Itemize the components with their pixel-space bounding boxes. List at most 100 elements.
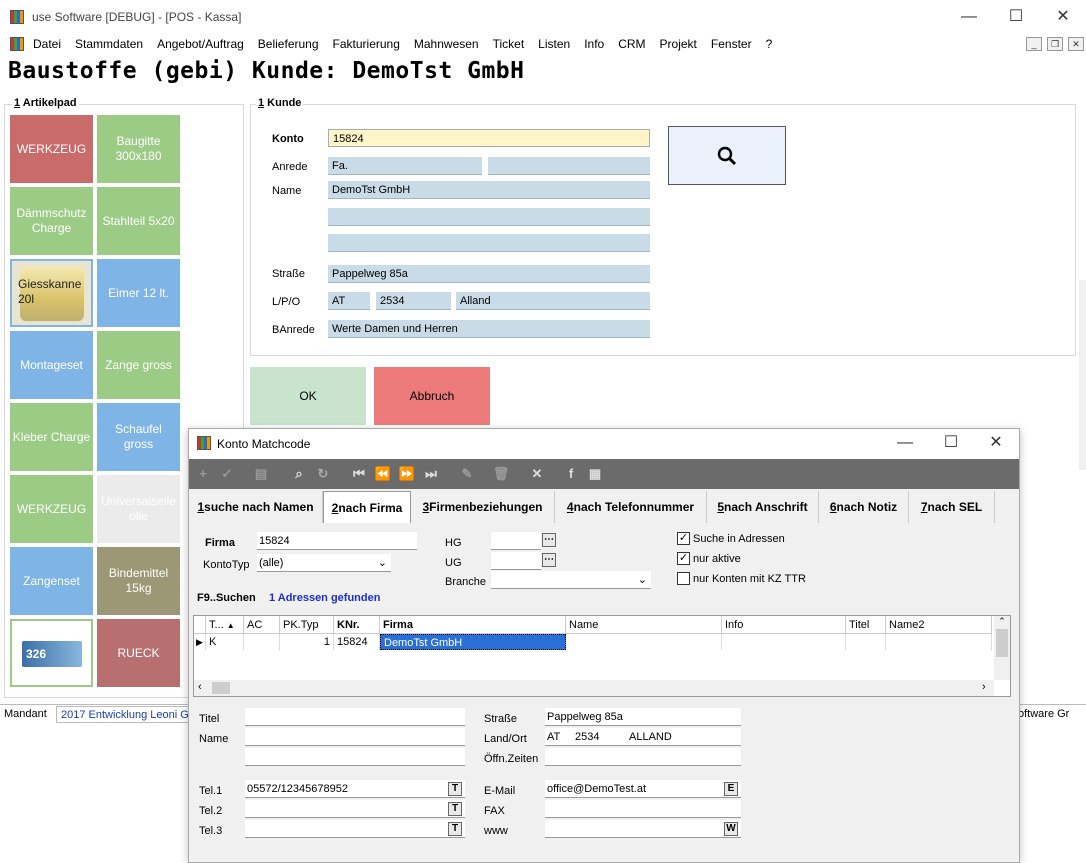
tab-firmenbeziehungen[interactable]: 3 Firmenbeziehungen xyxy=(411,491,555,523)
hg-lookup-button[interactable]: ⋯ xyxy=(542,533,556,547)
dialog-minimize-button[interactable]: — xyxy=(882,427,928,459)
menu-mahnwesen[interactable]: Mahnwesen xyxy=(414,37,479,51)
ug-lookup-button[interactable]: ⋯ xyxy=(542,553,556,567)
menu-fakturierung[interactable]: Fakturierung xyxy=(333,37,400,51)
branche-select[interactable]: ⌄ xyxy=(491,571,651,589)
tel3-t-button[interactable]: T xyxy=(448,822,462,836)
detail-tel2-field[interactable] xyxy=(245,800,465,818)
menu-fenster[interactable]: Fenster xyxy=(711,37,752,51)
tile-stahlteil[interactable]: Stahlteil 5x20 xyxy=(97,187,180,255)
mdi-close-button[interactable]: ✕ xyxy=(1068,37,1084,51)
menu-datei[interactable]: Datei xyxy=(33,37,61,51)
col-header-info[interactable]: Info xyxy=(722,616,846,634)
detail-strasse-field[interactable]: Pappelweg 85a xyxy=(545,708,741,726)
scroll-up-icon[interactable]: ⌃ xyxy=(994,616,1010,627)
firma-input[interactable]: 15824 xyxy=(257,532,417,550)
search-button[interactable] xyxy=(668,126,786,185)
tel2-t-button[interactable]: T xyxy=(448,802,462,816)
tel1-t-button[interactable]: T xyxy=(448,782,462,796)
anrede2-input[interactable] xyxy=(488,157,650,175)
menu-angebot[interactable]: Angebot/Auftrag xyxy=(157,37,244,51)
hscroll-thumb[interactable] xyxy=(212,682,230,694)
col-header-knr[interactable]: KNr. xyxy=(334,616,380,634)
menu-listen[interactable]: Listen xyxy=(538,37,570,51)
tab-nach-firma[interactable]: 2 nach Firma xyxy=(323,491,411,523)
strasse-input[interactable]: Pappelweg 85a xyxy=(328,265,650,283)
scroll-left-icon[interactable]: ‹ xyxy=(198,681,202,693)
col-header-ac[interactable]: AC xyxy=(244,616,280,634)
main-scrollbar[interactable] xyxy=(1079,280,1086,470)
col-header-t[interactable]: T... ▲ xyxy=(206,616,244,634)
minimize-button[interactable]: — xyxy=(946,1,992,33)
delete-icon[interactable]: 🗑 xyxy=(491,464,511,484)
table-row[interactable]: ▶ K 1 15824 DemoTst GmbH xyxy=(194,634,992,650)
menu-projekt[interactable]: Projekt xyxy=(660,37,697,51)
check-icon[interactable]: ✓ xyxy=(217,464,237,484)
ug-input[interactable] xyxy=(491,552,541,570)
detail-email-field[interactable]: office@DemoTest.at xyxy=(545,780,741,798)
detail-titel-field[interactable] xyxy=(245,708,465,726)
tile-werkzeug[interactable]: WERKZEUG xyxy=(10,115,93,183)
banrede-input[interactable]: Werte Damen und Herren xyxy=(328,320,650,338)
detail-www-field[interactable] xyxy=(545,820,741,838)
menu-belieferung[interactable]: Belieferung xyxy=(258,37,319,51)
kontotyp-select[interactable]: (alle) ⌄ xyxy=(257,554,391,572)
ort-input[interactable]: Alland xyxy=(456,292,650,310)
tab-nach-telefonnummer[interactable]: 4 nach Telefonnummer xyxy=(555,491,707,523)
ok-button[interactable]: OK xyxy=(250,367,366,425)
col-header-name[interactable]: Name xyxy=(566,616,722,634)
dialog-maximize-button[interactable]: ☐ xyxy=(928,427,974,459)
dialog-close-button[interactable]: ✕ xyxy=(973,427,1019,459)
refresh-icon[interactable]: ↻ xyxy=(313,464,333,484)
suche-in-adressen-checkbox[interactable]: ✓ xyxy=(677,532,690,545)
abbruch-button[interactable]: Abbruch xyxy=(374,367,490,425)
tile-bindemittel[interactable]: Bindemittel 15kg xyxy=(97,547,180,615)
plz-input[interactable]: 2534 xyxy=(376,292,451,310)
land-input[interactable]: AT xyxy=(328,292,370,310)
tile-rueck[interactable]: RUECK xyxy=(97,619,180,687)
tile-daemmschutz[interactable]: Dämmschutz Charge xyxy=(10,187,93,255)
tile-baugitte[interactable]: Baugitte 300x180 xyxy=(97,115,180,183)
name1-input[interactable]: DemoTst GmbH xyxy=(328,181,650,199)
menu-stammdaten[interactable]: Stammdaten xyxy=(75,37,143,51)
close-button[interactable]: ✕ xyxy=(1040,1,1086,33)
suchen-label[interactable]: F9..Suchen xyxy=(197,592,256,604)
print-icon[interactable]: ▤ xyxy=(251,464,271,484)
first-record-icon[interactable]: ⏮ xyxy=(349,464,369,484)
tile-326[interactable]: 326 xyxy=(10,619,93,687)
tile-zange[interactable]: Zange gross xyxy=(97,331,180,399)
name2-input[interactable] xyxy=(328,208,650,226)
email-e-button[interactable]: E xyxy=(724,782,738,796)
tab-nach-sel[interactable]: 7 nach SEL xyxy=(909,491,995,523)
nur-ttr-checkbox[interactable] xyxy=(677,572,690,585)
facebook-icon[interactable]: f xyxy=(561,464,581,484)
nur-aktive-checkbox[interactable]: ✓ xyxy=(677,552,690,565)
col-header-name2[interactable]: Name2 xyxy=(886,616,992,634)
detail-name1-field[interactable] xyxy=(245,728,465,746)
prev-record-icon[interactable]: ⏪ xyxy=(373,464,393,484)
tab-suche-nach-namen[interactable]: 1 suche nach Namen xyxy=(189,491,323,523)
grid-menu-icon[interactable]: ▦ xyxy=(585,464,605,484)
scroll-right-icon[interactable]: › xyxy=(982,681,986,693)
tile-universalseil[interactable]: Universalseile olle xyxy=(97,475,180,543)
next-record-icon[interactable]: ⏩ xyxy=(397,464,417,484)
col-header-pktyp[interactable]: PK.Typ xyxy=(280,616,334,634)
detail-landort-field[interactable]: AT 2534 ALLAND xyxy=(545,728,741,746)
www-w-button[interactable]: W xyxy=(724,822,738,836)
tile-giesskanne[interactable]: Giesskanne 20l xyxy=(10,259,93,327)
tab-nach-anschrift[interactable]: 5 nach Anschrift xyxy=(707,491,819,523)
tile-schaufel[interactable]: Schaufel gross xyxy=(97,403,180,471)
cancel-icon[interactable]: ✕ xyxy=(527,464,547,484)
menu-crm[interactable]: CRM xyxy=(618,37,645,51)
detail-tel3-field[interactable] xyxy=(245,820,465,838)
col-header-titel[interactable]: Titel xyxy=(846,616,886,634)
search-icon[interactable]: ⌕ xyxy=(289,464,309,484)
add-icon[interactable]: + xyxy=(193,464,213,484)
menu-info[interactable]: Info xyxy=(584,37,604,51)
col-header-firma[interactable]: Firma xyxy=(380,616,566,634)
maximize-button[interactable]: ☐ xyxy=(993,1,1039,33)
grid-vscrollbar[interactable]: ⌃ xyxy=(994,616,1010,680)
hg-input[interactable] xyxy=(491,532,541,550)
grid-hscrollbar[interactable]: ‹ › xyxy=(194,680,994,696)
name3-input[interactable] xyxy=(328,234,650,252)
